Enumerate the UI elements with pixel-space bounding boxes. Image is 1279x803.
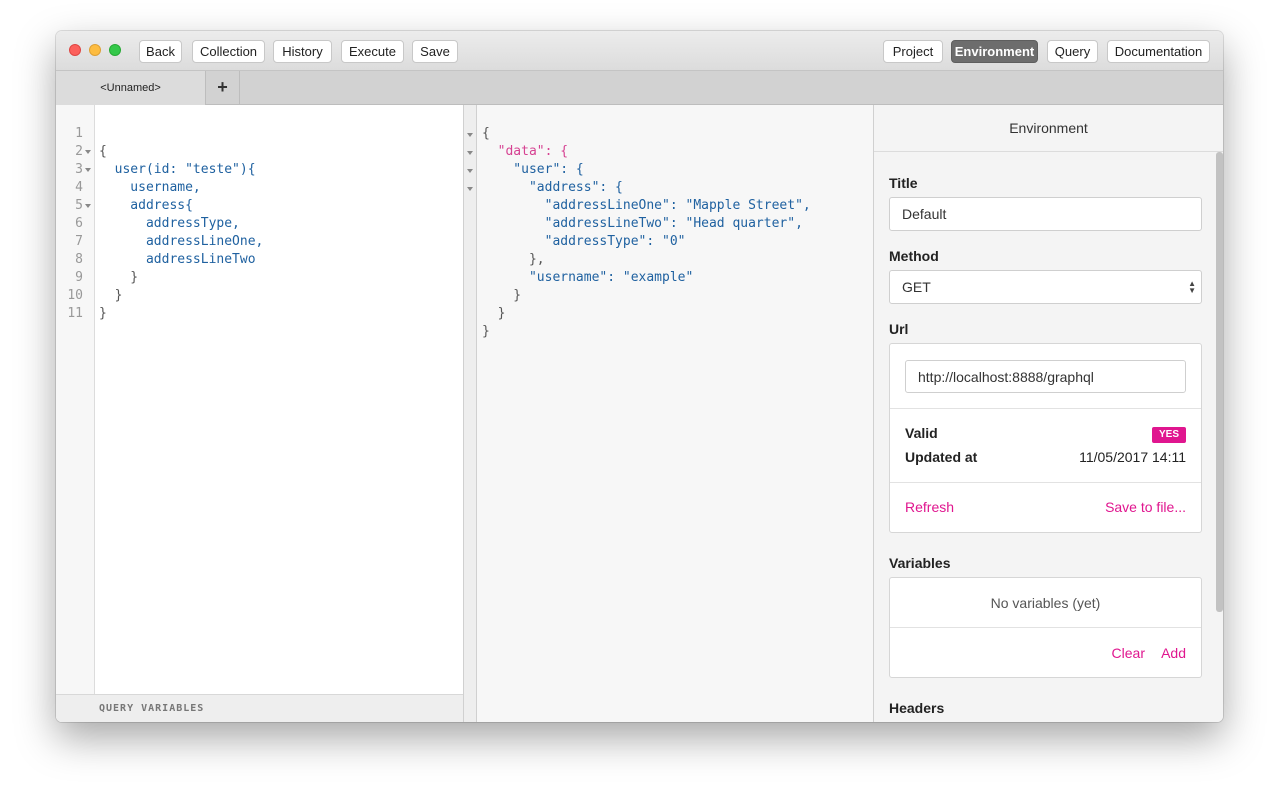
valid-label: Valid: [905, 425, 938, 441]
updated-at-label: Updated at: [905, 449, 978, 465]
valid-badge: YES: [1152, 427, 1186, 443]
method-select[interactable]: GET ▲ ▼: [889, 270, 1202, 304]
line-number: 5: [75, 198, 83, 213]
line-number: 4: [75, 180, 83, 195]
query-button[interactable]: Query: [1047, 40, 1098, 63]
line-number: 8: [75, 252, 83, 267]
variables-label: Variables: [889, 555, 951, 571]
minimize-window-button[interactable]: [89, 44, 101, 56]
url-label: Url: [889, 321, 909, 337]
line-number: 6: [75, 216, 83, 231]
code-line: }: [99, 288, 123, 303]
select-arrows-icon: ▲ ▼: [1188, 279, 1196, 295]
line-number: 10: [67, 288, 83, 303]
result-line: "addressLineTwo": "Head quarter",: [482, 216, 803, 231]
save-button[interactable]: Save: [412, 40, 458, 63]
result-line: }: [482, 306, 506, 321]
documentation-button[interactable]: Documentation: [1107, 40, 1210, 63]
divider: [890, 482, 1201, 483]
code-line: address{: [99, 198, 193, 213]
updated-at-value: 11/05/2017 14:11: [1079, 449, 1186, 465]
add-variable-link[interactable]: Add: [1161, 645, 1186, 661]
tab-unnamed[interactable]: <Unnamed>: [56, 71, 206, 105]
result-line: "addressType": "0": [482, 234, 686, 249]
line-number: 3: [75, 162, 83, 177]
code-line: username,: [99, 180, 201, 195]
divider: [890, 627, 1201, 628]
line-number: 7: [75, 234, 83, 249]
no-variables-text: No variables (yet): [990, 595, 1101, 611]
result-line: "username": "example": [482, 270, 694, 285]
result-line: }: [482, 324, 490, 339]
result-line: "data": {: [482, 144, 569, 159]
fold-icon[interactable]: [85, 204, 91, 208]
fold-icon[interactable]: [467, 169, 473, 173]
project-button[interactable]: Project: [883, 40, 943, 63]
title-label: Title: [889, 175, 918, 191]
app-window: Back Collection History Execute Save Pro…: [56, 31, 1223, 722]
line-number: 1: [75, 126, 83, 141]
fold-icon[interactable]: [467, 151, 473, 155]
scrollbar[interactable]: [1216, 152, 1223, 612]
result-fold-gutter: [464, 105, 477, 722]
line-number: 9: [75, 270, 83, 285]
tab-bar: <Unnamed> +: [56, 71, 1223, 105]
result-line: }: [482, 288, 522, 303]
environment-button[interactable]: Environment: [951, 40, 1038, 63]
code-line: }: [99, 306, 107, 321]
back-button[interactable]: Back: [139, 40, 182, 63]
collection-button[interactable]: Collection: [192, 40, 265, 63]
result-line: "address": {: [482, 180, 623, 195]
environment-panel: Environment Title Default Method GET ▲ ▼ …: [873, 105, 1223, 722]
query-variables-toggle[interactable]: QUERY VARIABLES: [56, 694, 463, 722]
url-input[interactable]: http://localhost:8888/graphql: [905, 360, 1186, 393]
result-viewer: { "data": { "user": { "address": { "addr…: [477, 105, 873, 722]
clear-variables-link[interactable]: Clear: [1112, 645, 1145, 661]
query-editor[interactable]: 1 2 3 4 5 6 7 8 9 10 11 { user(id: "test…: [56, 105, 464, 722]
close-window-button[interactable]: [69, 44, 81, 56]
result-line: },: [482, 252, 545, 267]
line-number-gutter: 1 2 3 4 5 6 7 8 9 10 11: [56, 105, 95, 694]
refresh-link[interactable]: Refresh: [905, 499, 954, 515]
history-button[interactable]: History: [273, 40, 332, 63]
code-line: }: [99, 270, 139, 285]
title-input[interactable]: Default: [889, 197, 1202, 231]
method-label: Method: [889, 248, 939, 264]
divider: [890, 408, 1201, 409]
line-number: 2: [75, 144, 83, 159]
fold-icon[interactable]: [467, 187, 473, 191]
result-line: "user": {: [482, 162, 584, 177]
code-line: addressLineOne,: [99, 234, 264, 249]
title-bar: Back Collection History Execute Save Pro…: [56, 31, 1223, 71]
result-line: "addressLineOne": "Mapple Street",: [482, 198, 811, 213]
headers-label: Headers: [889, 700, 945, 716]
execute-button[interactable]: Execute: [341, 40, 404, 63]
url-card: http://localhost:8888/graphql Valid YES …: [889, 343, 1202, 533]
fold-icon[interactable]: [467, 133, 473, 137]
result-line: {: [482, 126, 490, 141]
method-value: GET: [902, 279, 931, 295]
zoom-window-button[interactable]: [109, 44, 121, 56]
code-line: addressLineTwo: [99, 252, 256, 267]
fold-icon[interactable]: [85, 150, 91, 154]
environment-header: Environment: [874, 105, 1223, 152]
save-to-file-link[interactable]: Save to file...: [1105, 499, 1186, 515]
code-line: addressType,: [99, 216, 240, 231]
code-line: {: [99, 144, 107, 159]
add-tab-button[interactable]: +: [206, 71, 240, 105]
variables-card: No variables (yet) Clear Add: [889, 577, 1202, 678]
line-number: 11: [67, 306, 83, 321]
fold-icon[interactable]: [85, 168, 91, 172]
code-line: user(id: "teste"){: [99, 162, 256, 177]
